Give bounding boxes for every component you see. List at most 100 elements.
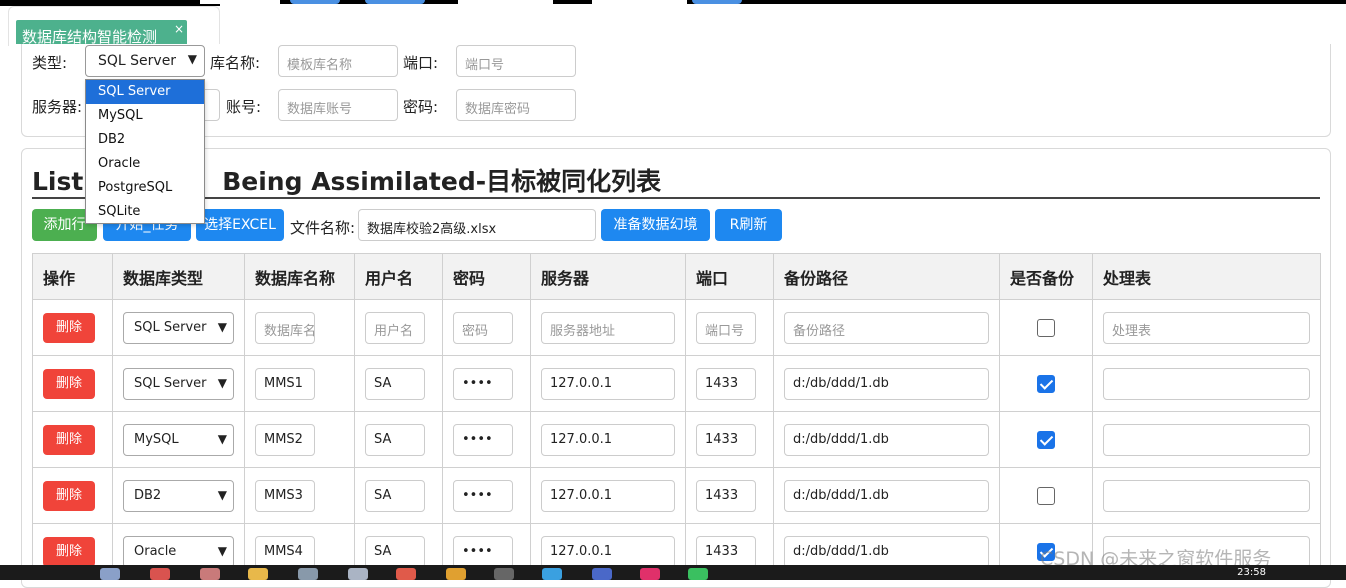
col-header: 端口 [685, 253, 774, 300]
db-type-value: SQL Server [98, 53, 177, 69]
process-table-input[interactable] [1103, 367, 1310, 400]
dropdown-option[interactable]: SQLite [86, 200, 204, 224]
db-name-input[interactable]: MMS3 [255, 479, 315, 512]
col-header: 数据库名称 [244, 253, 355, 300]
row-type-select[interactable]: MySQL ▼ [123, 423, 234, 456]
dropdown-option[interactable]: MySQL [86, 104, 204, 128]
backup-path-input[interactable]: d:/db/ddd/1.db [784, 423, 989, 456]
user-input[interactable]: SA [365, 423, 425, 456]
user-input[interactable]: 用户名 [365, 311, 425, 344]
dropdown-option[interactable]: PostgreSQL [86, 176, 204, 200]
password-input[interactable]: 密码 [453, 311, 513, 344]
taskbar-app-icon[interactable] [150, 568, 170, 580]
table-row: 删除 DB2 ▼ MMS3 SA •••• 127.0.0.1 1433 d:/d… [32, 467, 1321, 524]
process-table-input[interactable] [1103, 423, 1310, 456]
row-type-select[interactable]: DB2 ▼ [123, 479, 234, 512]
dropdown-option[interactable]: SQL Server [86, 80, 204, 104]
taskbar-app-icon[interactable] [348, 568, 368, 580]
server-input[interactable]: 127.0.0.1 [541, 479, 675, 512]
lib-name-input[interactable]: 模板库名称 [278, 45, 398, 77]
delete-button[interactable]: 删除 [43, 312, 95, 343]
taskbar-app-icon[interactable] [200, 568, 220, 580]
select-excel-button[interactable]: 选择EXCEL [196, 209, 284, 241]
taskbar-app-icon[interactable] [542, 568, 562, 580]
delete-button[interactable]: 删除 [43, 480, 95, 511]
close-icon[interactable]: × [174, 22, 184, 36]
taskbar-app-icon[interactable] [298, 568, 318, 580]
chevron-down-icon: ▼ [215, 543, 227, 558]
row-type-value: SQL Server [134, 375, 207, 391]
chevron-down-icon: ▼ [215, 319, 227, 334]
process-table-input[interactable] [1103, 479, 1310, 512]
row-type-value: MySQL [134, 431, 179, 447]
backup-checkbox[interactable] [1037, 486, 1055, 505]
password-input[interactable]: •••• [453, 535, 513, 568]
row-type-select[interactable]: SQL Server ▼ [123, 367, 234, 400]
taskbar-app-icon[interactable] [592, 568, 612, 580]
delete-button[interactable]: 删除 [43, 536, 95, 567]
password-input[interactable]: •••• [453, 367, 513, 400]
password-label: 密码: [403, 98, 439, 116]
password-input[interactable]: 数据库密码 [456, 89, 576, 121]
db-name-input[interactable]: MMS2 [255, 423, 315, 456]
password-input[interactable]: •••• [453, 479, 513, 512]
backup-checkbox[interactable] [1037, 374, 1055, 393]
server-input[interactable]: 127.0.0.1 [541, 423, 675, 456]
port-input[interactable]: 1433 [696, 367, 756, 400]
backup-path-input[interactable]: d:/db/ddd/1.db [784, 535, 989, 568]
taskbar-app-icon[interactable] [446, 568, 466, 580]
taskbar-app-icon[interactable] [688, 568, 708, 580]
user-input[interactable]: SA [365, 367, 425, 400]
port-input[interactable]: 端口号 [456, 45, 576, 77]
chevron-down-icon: ▼ [187, 52, 197, 66]
user-input[interactable]: SA [365, 479, 425, 512]
taskbar-app-icon[interactable] [396, 568, 416, 580]
tab-title: 数据库结构智能检测 [22, 28, 158, 44]
db-name-input[interactable]: MMS4 [255, 535, 315, 568]
db-name-input[interactable]: MMS1 [255, 367, 315, 400]
dropdown-option[interactable]: DB2 [86, 128, 204, 152]
row-type-value: SQL Server [134, 319, 207, 335]
port-label: 端口: [403, 54, 439, 72]
delete-button[interactable]: 删除 [43, 424, 95, 455]
dropdown-option[interactable]: Oracle [86, 152, 204, 176]
table-row: 删除 SQL Server ▼ 数据库名称 用户名 密码 服务器地址 端口号 备份… [32, 299, 1321, 356]
user-input[interactable]: SA [365, 535, 425, 568]
password-input[interactable]: •••• [453, 423, 513, 456]
db-name-input[interactable]: 数据库名称 [255, 311, 315, 344]
tab-db-structure-check[interactable]: 数据库结构智能检测 × [16, 20, 187, 44]
backup-path-input[interactable]: 备份路径 [784, 311, 989, 344]
port-input[interactable]: 1433 [696, 479, 756, 512]
server-input[interactable]: 127.0.0.1 [541, 535, 675, 568]
col-header: 备份路径 [773, 253, 1000, 300]
port-input[interactable]: 1433 [696, 535, 756, 568]
delete-button[interactable]: 删除 [43, 368, 95, 399]
prepare-data-button[interactable]: 准备数据幻境 [601, 209, 710, 241]
process-table-input[interactable]: 处理表 [1103, 311, 1310, 344]
clock[interactable]: 23:58 [1237, 567, 1266, 578]
server-label: 服务器: [32, 98, 83, 116]
backup-path-input[interactable]: d:/db/ddd/1.db [784, 367, 989, 400]
backup-checkbox[interactable] [1037, 430, 1055, 449]
taskbar-app-icon[interactable] [248, 568, 268, 580]
col-header: 处理表 [1092, 253, 1321, 300]
title-divider [32, 197, 1320, 199]
db-type-select[interactable]: SQL Server ▼ [85, 45, 205, 77]
file-name-input[interactable]: 数据库校验2高级.xlsx [358, 209, 596, 241]
taskbar-app-icon[interactable] [494, 568, 514, 580]
account-input[interactable]: 数据库账号 [278, 89, 398, 121]
backup-path-input[interactable]: d:/db/ddd/1.db [784, 479, 989, 512]
taskbar-app-icon[interactable] [100, 568, 120, 580]
header-area [220, 4, 1346, 20]
row-type-select[interactable]: Oracle ▼ [123, 535, 234, 568]
server-input[interactable]: 127.0.0.1 [541, 367, 675, 400]
backup-checkbox[interactable] [1037, 318, 1055, 337]
taskbar-app-icon[interactable] [640, 568, 660, 580]
server-input[interactable]: 服务器地址 [541, 311, 675, 344]
col-header: 是否备份 [999, 253, 1093, 300]
list-title-right: Being Assimilated-目标被同化列表 [222, 167, 662, 196]
port-input[interactable]: 端口号 [696, 311, 756, 344]
port-input[interactable]: 1433 [696, 423, 756, 456]
row-type-select[interactable]: SQL Server ▼ [123, 311, 234, 344]
refresh-button[interactable]: R刷新 [715, 209, 782, 241]
